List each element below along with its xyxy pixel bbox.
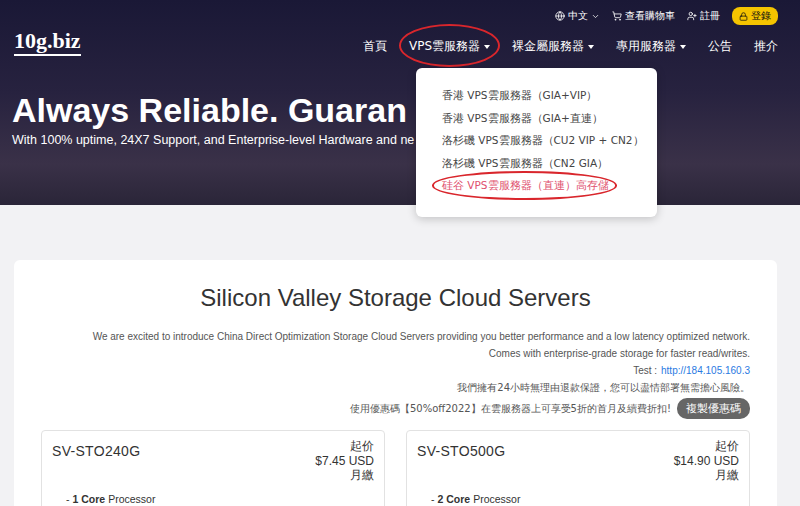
product-head: SV-STO500G 起价$14.90 USD月繳 [417,439,739,483]
guarantee-line: 我們擁有24小時無理由退款保證，您可以盡情部署無需擔心風險。 [457,379,750,396]
nav-item[interactable]: 裸金屬服務器 [512,38,594,55]
user-plus-icon [687,11,697,21]
caret-icon [484,45,490,49]
chevron-down-icon [591,12,600,21]
price-period: 月繳 [715,468,739,483]
main-nav: 首頁 VPS雲服務器 裸金屬服務器 專用服務器 公告 推介 [363,38,778,55]
hero-heading: Always Reliable. Guaran [12,90,800,130]
register-link[interactable]: 註冊 [687,9,720,23]
nav-item[interactable]: 公告 [708,38,732,55]
test-link[interactable]: http://184.105.160.3 [661,365,750,376]
product-name: SV-STO240G [52,443,140,459]
section-card: Silicon Valley Storage Cloud Servers We a… [14,260,777,506]
menu-item[interactable]: 洛杉磯 VPS雲服務器（CU2 VIP + CN2） [442,132,644,149]
caret-icon [680,45,686,49]
price-amount: $14.90 USD [674,454,739,469]
price-from: 起价 [715,439,739,454]
product-price: 起价$7.45 USD月繳 [315,439,374,483]
cart-icon [612,11,622,21]
info-line: We are excited to introduce China Direct… [93,328,750,345]
menu-item[interactable]: 硅谷 VPS雲服務器（直連）高存儲 [442,177,609,194]
nav-item[interactable]: 推介 [754,38,778,55]
product-card: SV-STO240G 起价$7.45 USD月繳 -1 CoreProcessor [41,430,385,506]
product-head: SV-STO240G 起价$7.45 USD月繳 [52,439,374,483]
top-bar: 中文查看購物車註冊登錄 [555,7,778,25]
nav-item[interactable]: 首頁 [363,38,387,55]
content: Silicon Valley Storage Cloud Servers We a… [0,205,800,506]
hero: 10g.biz 中文查看購物車註冊登錄首頁 VPS雲服務器 裸金屬服務器 專用服務器 公告… [0,0,800,205]
menu-item[interactable]: 洛杉磯 VPS雲服務器（CN2 GIA） [442,155,608,172]
logo[interactable]: 10g.biz [14,29,81,56]
promo-row: 使用優惠碼【50%off2022】在雲服務器上可享受5折的首月及續費折扣! 複製優… [350,398,750,419]
hero-subtitle: With 100% uptime, 24X7 Support, and Ente… [12,133,800,147]
language-link[interactable]: 中文 [555,9,600,23]
caret-icon [588,45,594,49]
login-button[interactable]: 登錄 [732,7,778,25]
product-feature: -1 CoreProcessor [52,493,374,505]
product-price: 起价$14.90 USD月繳 [674,439,739,483]
globe-icon [555,11,565,21]
header-right: 中文查看購物車註冊登錄首頁 VPS雲服務器 裸金屬服務器 專用服務器 公告 推介 [363,7,778,55]
annotation-circle [399,24,500,67]
section-info: We are excited to introduce China Direct… [41,328,750,419]
product-feature: -2 CoreProcessor [417,493,739,505]
test-line: Test :http://184.105.160.3 [633,362,750,379]
product-card: SV-STO500G 起价$14.90 USD月繳 -2 CoreProcessor [406,430,750,506]
product-grid: SV-STO240G起价$7.45 USD月繳-1 CoreProcessorS… [41,430,750,506]
product-name: SV-STO500G [417,443,505,459]
section-title: Silicon Valley Storage Cloud Servers [41,284,750,312]
nav-item[interactable]: 專用服務器 [616,38,686,55]
feature-bold: 2 Core [438,493,471,505]
menu-item[interactable]: 香港 VPS雲服務器（GIA+VIP） [442,87,597,104]
header: 10g.biz 中文查看購物車註冊登錄首頁 VPS雲服務器 裸金屬服務器 專用服務器 公告… [0,0,800,64]
dropdown-menu: 香港 VPS雲服務器（GIA+VIP） 香港 VPS雲服務器（GIA+直連） 洛杉磯… [416,68,657,217]
menu-item[interactable]: 香港 VPS雲服務器（GIA+直連） [442,110,603,127]
page: 10g.biz 中文查看購物車註冊登錄首頁 VPS雲服務器 裸金屬服務器 專用服務器 公告… [0,0,800,506]
copy-code-button[interactable]: 複製優惠碼 [677,398,750,419]
nav-item[interactable]: VPS雲服務器 [409,38,490,55]
cart-link[interactable]: 查看購物車 [612,9,675,23]
lock-icon [739,12,748,21]
info-line: Comes with enterprise-grade storage for … [489,345,750,362]
price-amount: $7.45 USD [315,454,374,469]
hero-text: Always Reliable. Guaran With 100% uptime,… [0,64,800,147]
promo-text: 使用優惠碼【50%off2022】在雲服務器上可享受5折的首月及續費折扣! [350,400,671,417]
price-period: 月繳 [350,468,374,483]
feature-bold: 1 Core [73,493,106,505]
price-from: 起价 [350,439,374,454]
annotation-circle [432,171,617,200]
